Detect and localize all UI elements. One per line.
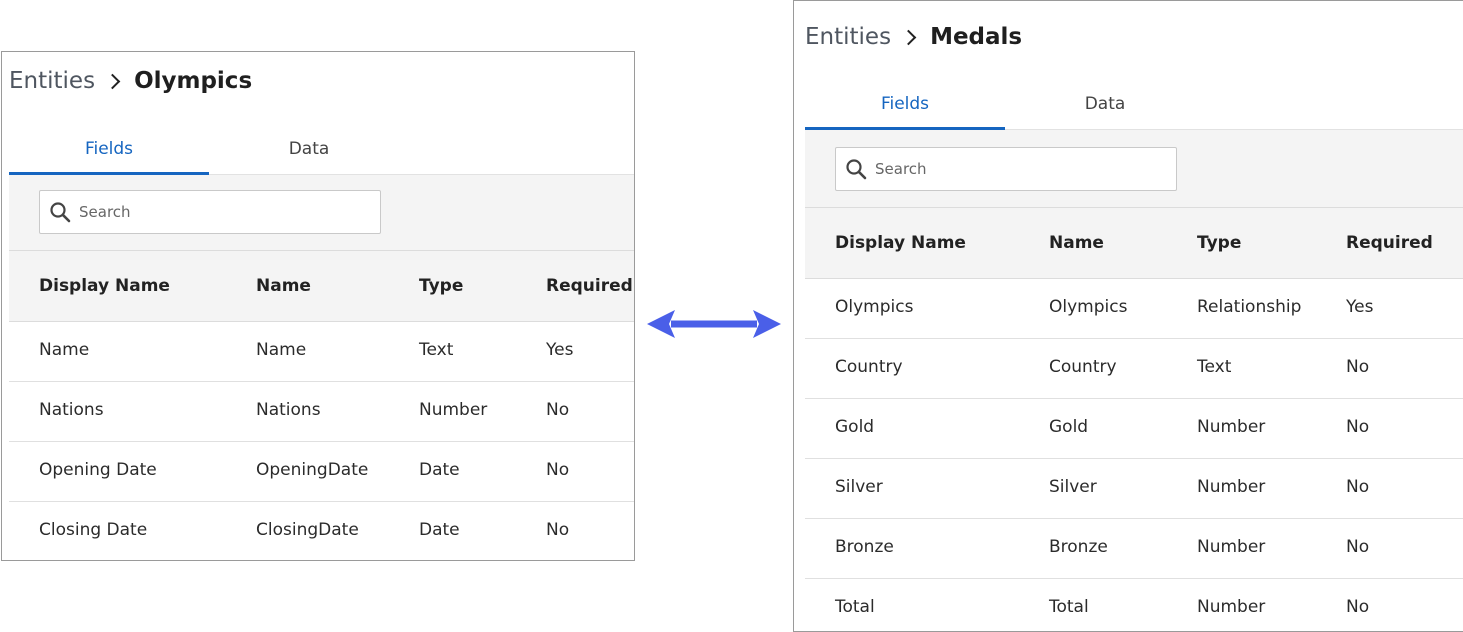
cell-name: Country	[1049, 357, 1117, 377]
search-toolbar	[9, 175, 634, 251]
medals-entity-panel: Entities Medals Fields Data Display Name…	[793, 0, 1463, 632]
cell-name: Gold	[1049, 417, 1089, 437]
search-icon	[50, 202, 71, 223]
column-header-name[interactable]: Name	[256, 251, 311, 321]
breadcrumb: Entities Medals	[805, 24, 1022, 50]
column-header-type[interactable]: Type	[1197, 208, 1241, 278]
cell-type: Number	[419, 400, 488, 420]
column-header-display-name[interactable]: Display Name	[835, 208, 966, 278]
cell-type: Relationship	[1197, 297, 1302, 317]
search-icon	[846, 159, 867, 180]
cell-display-name: Name	[39, 340, 90, 360]
cell-name: Bronze	[1049, 537, 1108, 557]
cell-display-name: Bronze	[835, 537, 894, 557]
table-row[interactable]: Country Country Text No	[805, 338, 1463, 399]
search-box	[835, 147, 1177, 191]
cell-required: Yes	[1346, 297, 1374, 317]
column-header-display-name[interactable]: Display Name	[39, 251, 170, 321]
chevron-right-icon	[900, 29, 917, 45]
cell-display-name: Country	[835, 357, 903, 377]
cell-required: No	[546, 460, 570, 480]
table-row[interactable]: Nations Nations Number No	[9, 381, 634, 442]
cell-required: No	[1346, 537, 1370, 557]
tab-fields[interactable]: Fields	[805, 79, 1005, 130]
cell-required: No	[1346, 597, 1370, 617]
table-header: Display Name Name Type Required	[9, 251, 634, 322]
cell-name: Silver	[1049, 477, 1097, 497]
table-row[interactable]: Total Total Number No	[805, 578, 1463, 631]
column-header-required[interactable]: Required	[1346, 208, 1433, 278]
cell-display-name: Nations	[39, 400, 104, 420]
cell-name: OpeningDate	[256, 460, 369, 480]
tab-data[interactable]: Data	[1005, 79, 1205, 129]
table-row[interactable]: Olympics Olympics Relationship Yes	[805, 278, 1463, 339]
breadcrumb-entities-link[interactable]: Entities	[805, 24, 891, 50]
cell-name: Name	[256, 340, 307, 360]
cell-display-name: Opening Date	[39, 460, 157, 480]
table-row[interactable]: Opening Date OpeningDate Date No	[9, 441, 634, 502]
column-header-type[interactable]: Type	[419, 251, 463, 321]
cell-display-name: Gold	[835, 417, 875, 437]
table-row[interactable]: Gold Gold Number No	[805, 398, 1463, 459]
cell-type: Number	[1197, 477, 1266, 497]
search-input[interactable]	[79, 203, 349, 221]
cell-type: Number	[1197, 417, 1266, 437]
cell-display-name: Silver	[835, 477, 883, 497]
cell-type: Date	[419, 520, 460, 540]
cell-name: ClosingDate	[256, 520, 359, 540]
search-box	[39, 190, 381, 234]
cell-required: No	[1346, 357, 1370, 377]
search-toolbar	[805, 130, 1463, 208]
cell-type: Date	[419, 460, 460, 480]
cell-required: No	[1346, 417, 1370, 437]
cell-name: Nations	[256, 400, 321, 420]
cell-required: Yes	[546, 340, 574, 360]
table-row[interactable]: Closing Date ClosingDate Date No	[9, 501, 634, 560]
breadcrumb-current: Medals	[930, 24, 1023, 50]
table-row[interactable]: Bronze Bronze Number No	[805, 518, 1463, 579]
cell-type: Number	[1197, 537, 1266, 557]
cell-type: Text	[1197, 357, 1232, 377]
breadcrumb-entities-link[interactable]: Entities	[9, 68, 95, 94]
cell-name: Total	[1049, 597, 1089, 617]
column-header-required[interactable]: Required	[546, 251, 633, 321]
cell-required: No	[546, 520, 570, 540]
table-row[interactable]: Silver Silver Number No	[805, 458, 1463, 519]
cell-display-name: Total	[835, 597, 875, 617]
table-header: Display Name Name Type Required	[805, 208, 1463, 279]
breadcrumb-current: Olympics	[134, 68, 253, 94]
cell-type: Number	[1197, 597, 1266, 617]
tab-bar: Fields Data	[805, 79, 1463, 130]
column-header-name[interactable]: Name	[1049, 208, 1104, 278]
cell-required: No	[1346, 477, 1370, 497]
search-input[interactable]	[875, 160, 1145, 178]
chevron-right-icon	[104, 73, 121, 89]
cell-type: Text	[419, 340, 454, 360]
tab-data[interactable]: Data	[209, 124, 409, 174]
olympics-entity-panel: Entities Olympics Fields Data Display Na…	[1, 51, 635, 561]
tab-fields[interactable]: Fields	[9, 124, 209, 175]
cell-required: No	[546, 400, 570, 420]
tab-bar: Fields Data	[9, 124, 634, 175]
cell-name: Olympics	[1049, 297, 1128, 317]
double-arrow-icon	[647, 310, 781, 338]
table-row[interactable]: Name Name Text Yes	[9, 321, 634, 382]
cell-display-name: Olympics	[835, 297, 914, 317]
breadcrumb: Entities Olympics	[9, 68, 252, 94]
cell-display-name: Closing Date	[39, 520, 148, 540]
